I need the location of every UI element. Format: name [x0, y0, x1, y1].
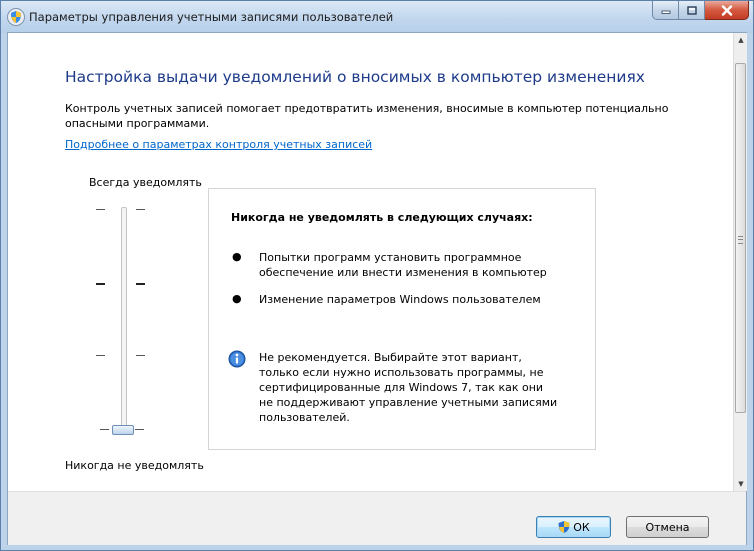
scroll-down-arrow[interactable]: ▼ [734, 477, 748, 491]
grip-icon [738, 236, 743, 244]
scrollbar-thumb[interactable] [735, 63, 746, 413]
minimize-icon [661, 10, 670, 14]
slider-tick [96, 283, 105, 285]
slider-tick [100, 429, 109, 430]
button-bar: ОК Отмена [8, 491, 746, 545]
slider-tick [136, 209, 145, 210]
uac-shield-icon [558, 521, 570, 533]
ok-button[interactable]: ОК [536, 516, 611, 538]
title-bar[interactable]: Параметры управления учетными записями п… [1, 1, 753, 33]
slider-tick [96, 355, 105, 356]
cancel-button[interactable]: Отмена [626, 516, 709, 538]
description-panel: Никогда не уведомлять в следующих случая… [208, 188, 596, 450]
bullet-marker: ● [232, 250, 242, 263]
slider-bottom-label: Никогда не уведомлять [65, 459, 204, 472]
caption-buttons [652, 1, 749, 21]
slider-track[interactable] [121, 207, 127, 434]
panel-title: Никогда не уведомлять в следующих случая… [231, 211, 533, 224]
uac-shield-icon [7, 8, 25, 26]
bullet-marker: ● [232, 292, 242, 305]
content-area: Настройка выдачи уведомлений о вносимых … [8, 33, 733, 491]
close-button[interactable] [705, 1, 749, 20]
maximize-icon [686, 5, 697, 15]
cancel-button-label: Отмена [645, 520, 690, 534]
page-heading: Настройка выдачи уведомлений о вносимых … [65, 68, 645, 86]
slider-tick [135, 429, 144, 430]
slider-tick [136, 283, 145, 285]
ok-button-label: ОК [573, 520, 590, 534]
slider-tick [96, 209, 105, 210]
scroll-up-arrow[interactable]: ▲ [734, 33, 748, 47]
maximize-button[interactable] [679, 1, 705, 20]
minimize-button[interactable] [652, 1, 679, 20]
learn-more-link[interactable]: Подробнее о параметрах контроля учетных … [65, 138, 372, 151]
description-text: Контроль учетных записей помогает предот… [65, 102, 669, 130]
window-title: Параметры управления учетными записями п… [29, 10, 394, 24]
vertical-scrollbar[interactable]: ▲ ▼ [733, 33, 747, 491]
info-text: Не рекомендуется. Выбирайте этот вариант… [259, 351, 558, 424]
close-icon [721, 4, 732, 16]
slider-top-label: Всегда уведомлять [89, 176, 202, 189]
panel-bullet: Изменение параметров Windows пользовател… [259, 293, 541, 306]
slider-tick [136, 355, 145, 356]
info-icon [228, 350, 246, 368]
slider-thumb[interactable] [112, 425, 134, 435]
client-area: Настройка выдачи уведомлений о вносимых … [7, 32, 747, 545]
panel-bullet: Попытки программ установить программное … [259, 251, 547, 279]
uac-settings-window: Параметры управления учетными записями п… [0, 0, 754, 551]
